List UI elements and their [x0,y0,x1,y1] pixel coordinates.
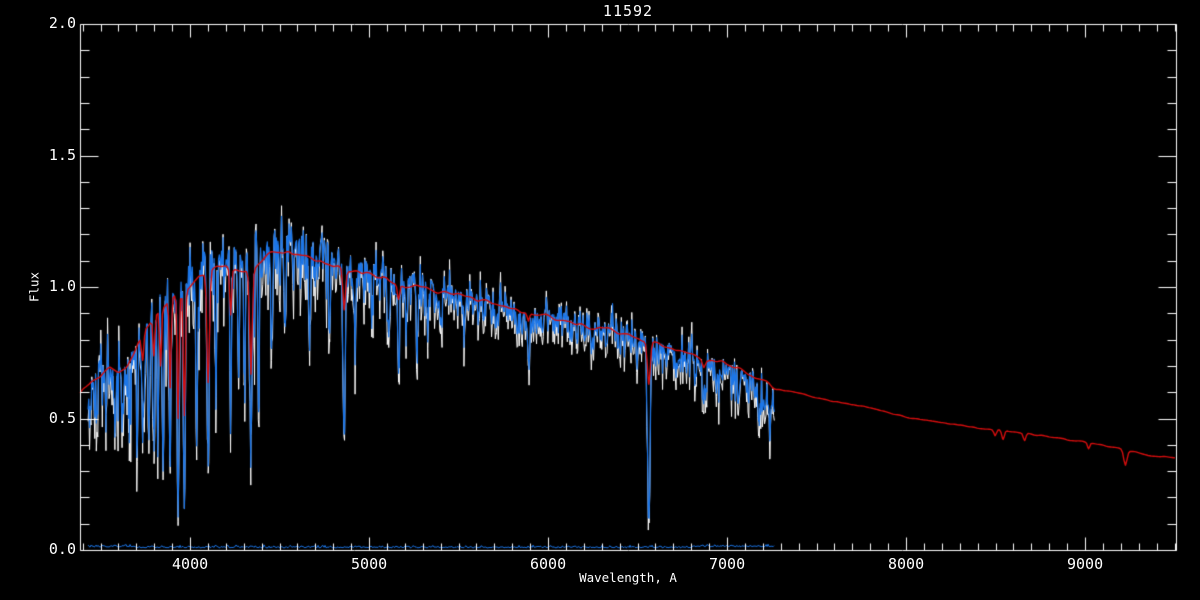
y-tick-label: 1.5 [48,145,76,164]
plot-title: 11592 [602,2,654,20]
spectrum-plot-canvas [0,0,1200,600]
x-tick-label: 7000 [709,555,746,573]
x-axis-label: Wavelength, A [579,570,677,585]
y-tick-label: 2.0 [48,14,76,32]
x-tick-label: 5000 [351,555,388,573]
x-tick-label: 6000 [530,555,567,573]
x-tick-label: 8000 [888,555,925,573]
y-tick-label: 1.0 [48,277,76,295]
y-tick-label: 0.0 [48,540,76,558]
spectrum-plot: 11592 Wavelength, A Flux 4000 5000 6000 700… [0,0,1200,600]
x-tick-label: 9000 [1067,555,1104,573]
x-tick-label: 4000 [172,555,209,573]
y-tick-label: 0.5 [48,408,76,427]
